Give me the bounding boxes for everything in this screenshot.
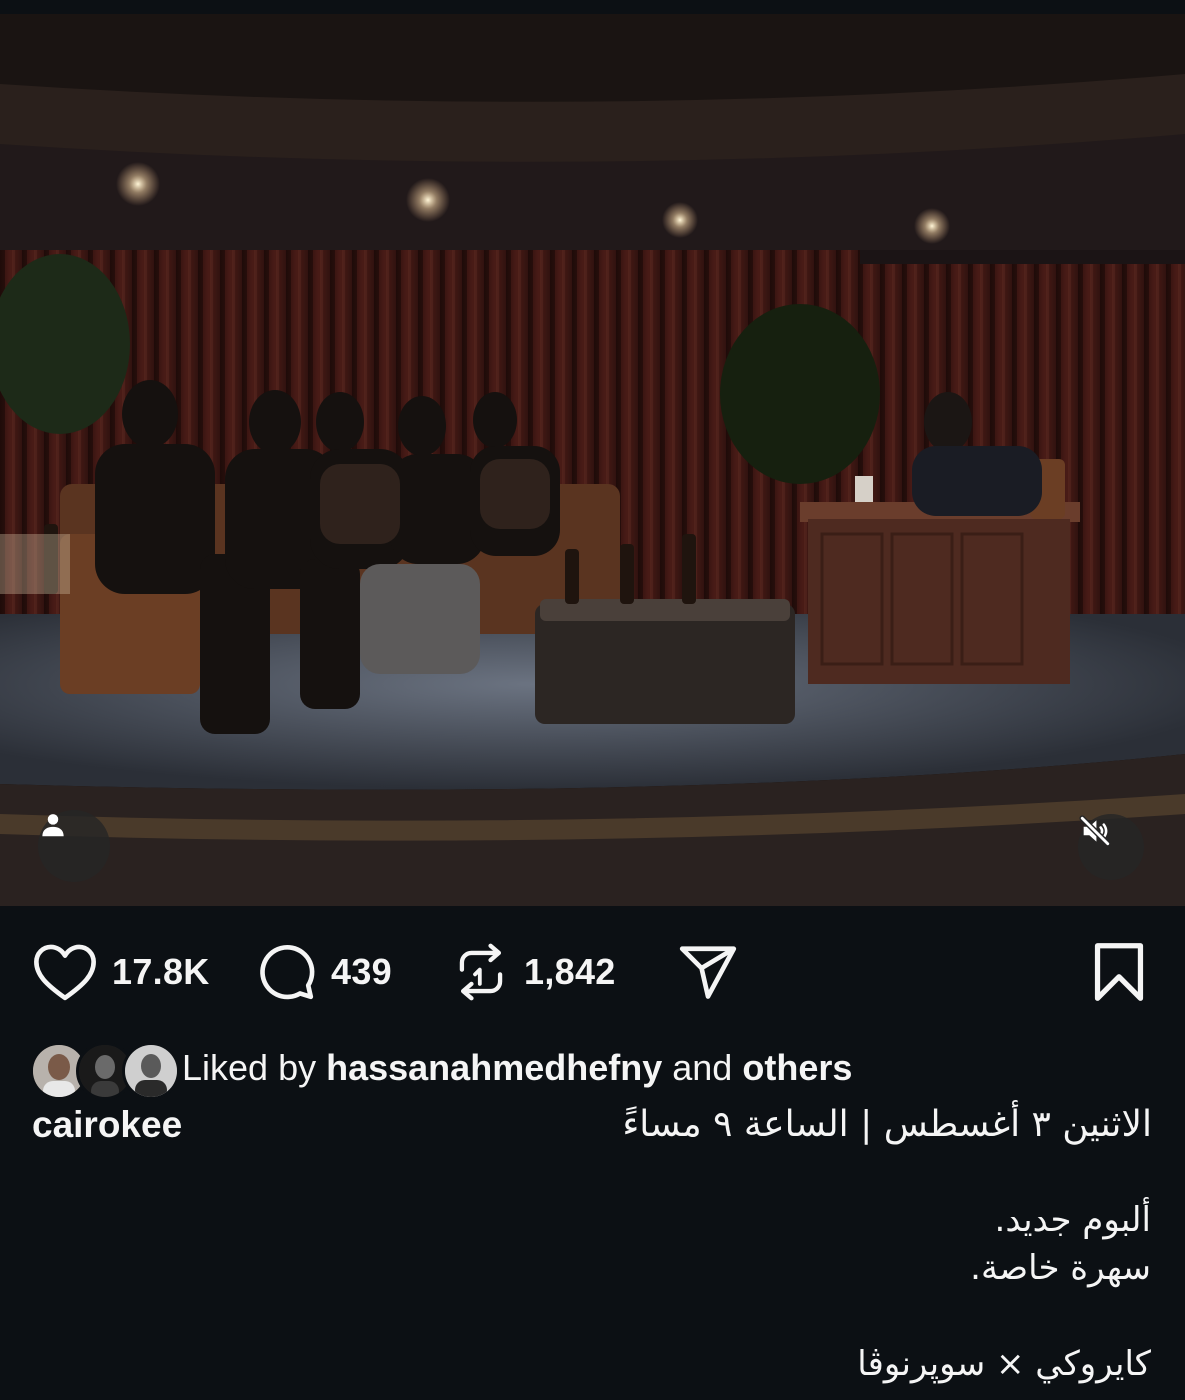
liked-by-prefix: Liked by (182, 1047, 317, 1088)
comments-count[interactable]: 439 (331, 951, 392, 993)
caption-line: سهرة خاصة. (970, 1248, 1151, 1288)
comment-bubble-icon[interactable] (255, 941, 317, 1003)
caption-body: ألبوم جديد. سهرة خاصة. كايروكي × سوپرنوڤ… (251, 1196, 1151, 1388)
save-action[interactable] (1090, 930, 1148, 1014)
liked-by-row: Liked by hassanahmedhefny and others (30, 1038, 852, 1100)
person-icon (42, 814, 64, 837)
liked-by-middle: and (672, 1047, 733, 1088)
comment-action[interactable]: 439 (255, 930, 392, 1014)
caption-line: كايروكي × سوپرنوڤا (857, 1344, 1151, 1384)
like-action[interactable]: 17.8K (32, 930, 210, 1014)
liked-by-avatars[interactable] (30, 1038, 180, 1100)
mute-toggle-button[interactable] (1078, 814, 1144, 880)
caption-header: cairokee الاثنين ٣ أغسطس | الساعة ٩ مساء… (32, 1100, 1152, 1156)
caption-date-line: الاثنين ٣ أغسطس | الساعة ٩ مساءً (622, 1104, 1152, 1145)
caption-line (251, 1292, 1151, 1340)
paper-plane-icon[interactable] (676, 941, 740, 1003)
video-frame (0, 14, 1185, 906)
tagged-people-button[interactable] (38, 810, 110, 882)
avatar[interactable] (122, 1042, 180, 1100)
post-actions-bar: 17.8K 439 1,842 (0, 930, 1185, 1014)
heart-icon[interactable] (32, 942, 98, 1002)
speaker-muted-icon (1079, 815, 1111, 847)
bookmark-icon[interactable] (1090, 941, 1148, 1003)
liked-by-others-link[interactable]: others (742, 1047, 852, 1089)
repost-action[interactable]: 1,842 (452, 930, 616, 1014)
liked-by-user-link[interactable]: hassanahmedhefny (326, 1047, 662, 1089)
post-username[interactable]: cairokee (32, 1104, 182, 1146)
post-video[interactable] (0, 14, 1185, 906)
top-status-strip (0, 0, 1185, 14)
likes-count[interactable]: 17.8K (112, 951, 210, 993)
repost-icon[interactable] (452, 941, 510, 1003)
reposts-count[interactable]: 1,842 (524, 951, 616, 993)
share-action[interactable] (676, 930, 740, 1014)
caption-line: ألبوم جديد. (994, 1200, 1151, 1240)
